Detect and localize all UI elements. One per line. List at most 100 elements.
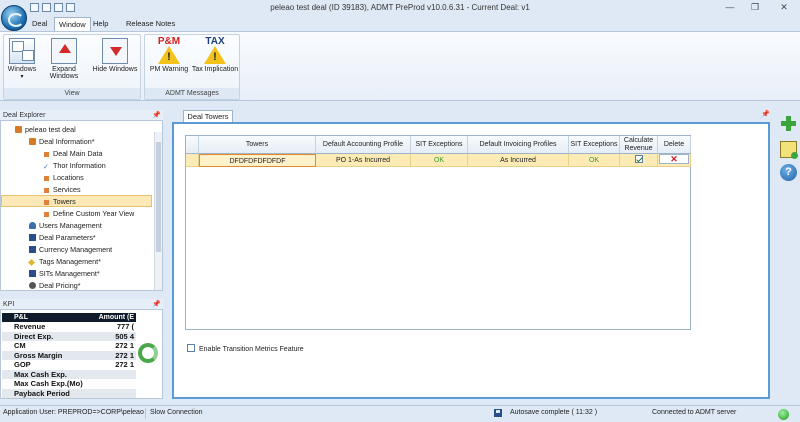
tree-item-label: SITs Management*: [39, 269, 100, 278]
tab-deal-towers[interactable]: Deal Towers: [183, 110, 233, 122]
accounting-profile-cell[interactable]: PO 1-As Incurred: [316, 154, 411, 167]
transition-metrics-label: Enable Transition Metrics Feature: [199, 346, 304, 353]
kpi-amount: 272 1: [115, 341, 134, 350]
pm-warning-button[interactable]: ! P&M PM Warning: [147, 36, 191, 73]
folder-icon: [29, 138, 36, 145]
kpi-label: GOP: [14, 360, 31, 369]
col-calculate-revenue[interactable]: Calculate Revenue: [620, 136, 658, 154]
help-icon[interactable]: ?: [780, 164, 797, 181]
windows-button-label: Windows: [7, 66, 37, 73]
delete-row-button[interactable]: ✕: [659, 154, 689, 164]
refresh-icon[interactable]: [138, 343, 158, 363]
tree-item-label: Deal Parameters*: [39, 233, 96, 242]
deal-explorer-title: Deal Explorer: [3, 112, 46, 119]
tab-release-notes[interactable]: Release Notes: [122, 17, 179, 31]
item-icon: [44, 176, 49, 181]
tree-item-users-management[interactable]: Users Management: [29, 220, 102, 232]
ribbon-group-admt-messages-label: ADMT Messages: [145, 88, 239, 99]
tree-item-thor-information[interactable]: ✓ Thor Information: [43, 160, 106, 172]
tree-item-label: Services: [53, 185, 81, 194]
col-delete[interactable]: Delete: [658, 136, 691, 154]
tree-item-label: Define Custom Year View: [53, 209, 135, 218]
tree-item-sits-management[interactable]: SITs Management*: [29, 268, 100, 280]
kpi-label: Direct Exp.: [14, 331, 54, 341]
restore-button[interactable]: ❐: [743, 1, 767, 14]
tab-help[interactable]: Help: [89, 17, 112, 31]
hide-windows-button[interactable]: Hide Windows: [90, 38, 140, 73]
check-icon: ✓: [43, 164, 49, 171]
explorer-scrollbar[interactable]: [154, 132, 162, 290]
delete-cell: ✕: [658, 154, 691, 167]
pin-icon[interactable]: 📌: [152, 299, 161, 310]
expand-windows-button[interactable]: Expand Windows: [38, 38, 90, 80]
ribbon-group-admt-messages: ! P&M PM Warning ! TAX Tax Implication A…: [144, 34, 240, 100]
tower-name-cell[interactable]: DFDFDFDFDFDF: [199, 154, 316, 167]
tree-item-tags-management[interactable]: Tags Management*: [27, 256, 101, 268]
kpi-col-pl: P&L: [14, 314, 28, 321]
close-button[interactable]: ✕: [772, 1, 796, 14]
col-sit-exceptions-2[interactable]: SIT Exceptions: [569, 136, 620, 154]
invoicing-profile-cell[interactable]: As Incurred: [468, 154, 569, 167]
kpi-row[interactable]: Payback Period: [2, 388, 136, 398]
kpi-row[interactable]: CM 272 1: [2, 341, 136, 351]
status-bar: Application User: PREPROD=>CORP\peleao S…: [0, 405, 800, 422]
sit-exceptions-1-cell[interactable]: OK: [411, 154, 468, 167]
kpi-row[interactable]: Max Cash Exp.: [2, 369, 136, 379]
parameters-icon: [29, 234, 36, 241]
tree-item-custom-year-view[interactable]: Define Custom Year View: [43, 208, 134, 220]
tree-item-label: Towers: [53, 197, 76, 206]
transition-metrics-option[interactable]: Enable Transition Metrics Feature: [187, 344, 304, 353]
sit-exceptions-2-cell[interactable]: OK: [569, 154, 620, 167]
tab-deal[interactable]: Deal: [28, 17, 51, 31]
kpi-header: KPI 📌: [0, 299, 163, 310]
item-icon: [44, 188, 49, 193]
item-icon: [44, 212, 49, 217]
row-selector-header: [186, 136, 199, 154]
kpi-row[interactable]: Gross Margin 272 1: [2, 350, 136, 360]
tree-item-towers[interactable]: Towers: [1, 195, 152, 207]
tree-item-locations[interactable]: Locations: [43, 172, 84, 184]
tree-item-deal[interactable]: peleao test deal: [15, 124, 76, 136]
col-towers[interactable]: Towers: [199, 136, 316, 154]
add-icon[interactable]: [780, 115, 797, 132]
col-sit-exceptions-1[interactable]: SIT Exceptions: [411, 136, 468, 154]
kpi-col-amount: Amount (E: [98, 314, 134, 321]
status-separator: [145, 408, 146, 419]
col-default-accounting-profile[interactable]: Default Accounting Profile: [316, 136, 411, 154]
status-server: Connected to ADMT server: [652, 409, 737, 416]
kpi-row[interactable]: Revenue 777 (: [2, 322, 136, 332]
tax-implication-button[interactable]: ! TAX Tax Implication: [191, 36, 239, 73]
kpi-label: Gross Margin: [14, 350, 63, 360]
windows-button[interactable]: Windows ▾: [6, 38, 38, 80]
col-default-invoicing-profiles[interactable]: Default Invoicing Profiles: [468, 136, 569, 154]
tree-item-currency-management[interactable]: Currency Management: [29, 244, 112, 256]
arrow-down-icon: [102, 38, 128, 64]
transition-metrics-checkbox[interactable]: [187, 344, 195, 352]
tree-item-label: Deal Main Data: [53, 149, 103, 158]
notes-icon[interactable]: [780, 141, 798, 159]
kpi-row[interactable]: GOP 272 1: [2, 360, 136, 370]
tree-item-deal-information[interactable]: Deal Information*: [29, 136, 95, 148]
kpi-label: Max Cash Exp.: [14, 369, 67, 379]
ribbon: Windows ▾ Expand Windows Hide Windows Vi…: [0, 31, 800, 101]
tree-item-deal-pricing[interactable]: Deal Pricing*: [29, 280, 81, 290]
minimize-button[interactable]: —: [718, 1, 742, 14]
tree-item-label: Currency Management: [39, 245, 113, 254]
pricing-icon: [29, 282, 36, 289]
menu-bar: Deal Window Help Release Notes: [0, 16, 800, 31]
tree-item-deal-main-data[interactable]: Deal Main Data: [43, 148, 103, 160]
deal-icon: [15, 126, 22, 133]
item-icon: [44, 200, 49, 205]
pin-icon[interactable]: 📌: [761, 110, 770, 118]
tree-item-deal-parameters[interactable]: Deal Parameters*: [29, 232, 96, 244]
tab-window[interactable]: Window: [54, 17, 91, 31]
status-connection-speed: Slow Connection: [150, 409, 203, 416]
tree-item-label: Tags Management*: [39, 257, 101, 266]
kpi-amount: 272 1: [115, 350, 134, 360]
kpi-row[interactable]: Direct Exp. 505 4: [2, 331, 136, 341]
calculate-revenue-checkbox[interactable]: [634, 155, 643, 163]
kpi-row[interactable]: Max Cash Exp.(Mo): [2, 379, 136, 389]
scrollbar-thumb[interactable]: [156, 142, 161, 252]
tax-implication-label: Tax Implication: [191, 66, 239, 73]
row-selector[interactable]: [186, 154, 199, 167]
